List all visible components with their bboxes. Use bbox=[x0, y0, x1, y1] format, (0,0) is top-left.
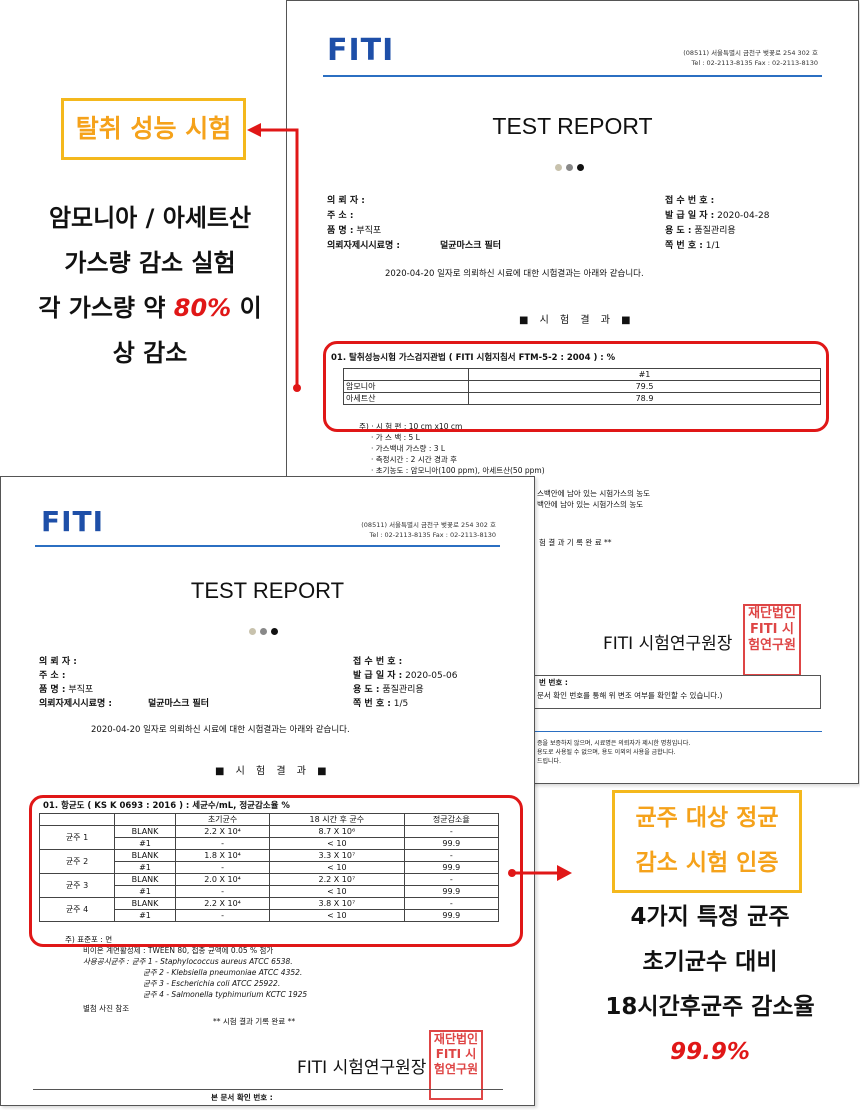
front-report-title: TEST REPORT bbox=[190, 578, 345, 603]
deodor-description: 암모니아 / 아세트산 가스량 감소 실험 각 가스량 약 80% 이 상 감소 bbox=[10, 196, 290, 376]
end-text: 험 결 과 기 록 완 료 ** bbox=[539, 538, 612, 547]
antibac-table-highlight bbox=[29, 795, 523, 947]
header-rule bbox=[323, 75, 822, 77]
note-5: 균주 3 - Escherichia coli ATCC 25922. bbox=[143, 979, 281, 988]
field-page: 쪽 번 호 : 1/5 bbox=[353, 699, 409, 709]
antibac-arrow bbox=[508, 865, 572, 881]
end-text: ** 시험 결과 기록 완료 ** bbox=[213, 1017, 296, 1026]
field-usage: 용 도 : 품질관리용 bbox=[665, 226, 736, 236]
note-2: · 가 스 백 : 5 L bbox=[371, 433, 420, 442]
deodor-table-highlight bbox=[323, 341, 829, 432]
antibac-desc-line2: 초기균수 대비 bbox=[642, 949, 778, 975]
section-title: ■ 시 험 결 과 ■ bbox=[519, 315, 635, 326]
field-product: 품 명 : 부직포 bbox=[39, 685, 94, 695]
field-sample: 의뢰자제시시료명 : 덜균마스크 필터 bbox=[39, 699, 210, 709]
address-line1: (08511) 서울특별시 금천구 벚꽃로 254 302 호 bbox=[361, 521, 496, 529]
note-2: 비이온 계면활성제 : TWEEN 80, 접종 균액에 0.05 % 첨가 bbox=[83, 946, 274, 955]
field-receipt-no: 접 수 번 호 : bbox=[353, 657, 403, 667]
footer-line2: 용도로 사용될 수 없으며, 용도 이외의 사용을 금합니다. bbox=[537, 749, 676, 756]
field-issue-date: 발 급 일 자 : 2020-04-28 bbox=[665, 211, 770, 221]
front-report-logo: FITI bbox=[41, 505, 105, 538]
field-receipt-no: 접 수 번 호 : bbox=[665, 196, 715, 206]
field-product: 품 명 : 부직포 bbox=[327, 226, 382, 236]
footer-line3: 드립니다. bbox=[537, 758, 561, 765]
deodor-desc-line3: 각 가스량 약 80% 이 bbox=[38, 294, 262, 322]
verify-text: 문서 확인 번호를 통해 위 변조 여부를 확인할 수 있습니다.) bbox=[537, 691, 723, 700]
note-6: 균주 4 - Salmonella typhimurium KCTC 1925 bbox=[143, 990, 308, 999]
verify-label: 번 번호 : bbox=[539, 678, 568, 687]
note-tail-2: 백안에 남아 있는 시험가스의 농도 bbox=[537, 500, 644, 509]
back-report-address: (08511) 서울특별시 금천구 벚꽃로 254 302 호 Tel : 02… bbox=[683, 49, 818, 69]
field-issue-date: 발 급 일 자 : 2020-05-06 bbox=[353, 671, 458, 681]
note-tail-1: 스백안에 남아 있는 시험가스의 농도 bbox=[537, 489, 651, 498]
note-3: · 가스백내 가스량 : 3 L bbox=[371, 444, 446, 453]
deodor-desc-line1: 암모니아 / 아세트산 bbox=[48, 204, 252, 232]
antibac-desc-line4: 99.9% bbox=[670, 1039, 750, 1065]
field-usage: 용 도 : 품질관리용 bbox=[353, 685, 424, 695]
antibac-desc-line3: 18시간후균주 감소율 bbox=[605, 994, 815, 1020]
front-report-sheet: FITI (08511) 서울특별시 금천구 벚꽃로 254 302 호 Tel… bbox=[0, 476, 535, 1106]
antibac-desc-line1: 4가지 특정 균주 bbox=[630, 904, 790, 930]
header-rule bbox=[35, 545, 500, 547]
address-line2: Tel : 02-2113-8135 Fax : 02-2113-8130 bbox=[369, 530, 496, 539]
footer-rule bbox=[531, 731, 822, 732]
field-address: 주 소 : bbox=[39, 671, 66, 681]
deodor-desc-line2: 가스량 감소 실험 bbox=[64, 249, 236, 277]
back-report-title: TEST REPORT bbox=[492, 113, 653, 139]
verify-label: 본 문서 확인 번호 : bbox=[211, 1093, 273, 1102]
intro-text: 2020-04-20 일자로 의뢰하신 시료에 대한 시험결과는 아래와 같습니… bbox=[91, 725, 350, 735]
note-7: 별첨 사진 참조 bbox=[83, 1004, 130, 1013]
note-4: 균주 2 - Klebsiella pneumoniae ATCC 4352. bbox=[143, 968, 303, 977]
official-stamp: 재단법인 FITI 시험연구원 bbox=[743, 604, 801, 676]
antibac-label-line1: 균주 대상 정균 bbox=[635, 805, 779, 831]
intro-text: 2020-04-20 일자로 의뢰하신 시료에 대한 시험결과는 아래와 같습니… bbox=[385, 269, 644, 279]
front-report-address: (08511) 서울특별시 금천구 벚꽃로 254 302 호 Tel : 02… bbox=[361, 521, 496, 541]
section-title: ■ 시 험 결 과 ■ bbox=[215, 766, 331, 777]
field-client: 의 뢰 자 : bbox=[39, 657, 77, 667]
footer-line1: 증을 보증하지 않으며, 시료명은 의뢰자가 제시한 명칭입니다. bbox=[537, 740, 691, 747]
deodor-label-box: 탈취 성능 시험 bbox=[61, 98, 246, 160]
address-line1: (08511) 서울특별시 금천구 벚꽃로 254 302 호 bbox=[683, 49, 818, 57]
note-3: 사용공시균주 : 균주 1 - Staphylococcus aureus AT… bbox=[83, 957, 293, 966]
institute-name: FITI 시험연구원장 bbox=[603, 634, 733, 654]
antibac-label-box: 균주 대상 정균 감소 시험 인증 bbox=[612, 790, 802, 893]
deodor-desc-line4: 상 감소 bbox=[112, 339, 188, 367]
antibac-label-line2: 감소 시험 인증 bbox=[635, 850, 779, 876]
field-page: 쪽 번 호 : 1/1 bbox=[665, 241, 721, 251]
address-line2: Tel : 02-2113-8135 Fax : 02-2113-8130 bbox=[691, 58, 818, 67]
field-address: 주 소 : bbox=[327, 211, 354, 221]
deodor-label: 탈취 성능 시험 bbox=[75, 114, 232, 143]
note-5: · 초기농도 : 암모니아(100 ppm), 아세트산(50 ppm) bbox=[371, 466, 545, 475]
note-4: · 측정시간 : 2 시간 경과 후 bbox=[371, 455, 458, 464]
antibac-description: 4가지 특정 균주 초기균수 대비 18시간후균주 감소율 99.9% bbox=[560, 895, 860, 1075]
title-dots bbox=[247, 620, 280, 639]
institute-name: FITI 시험연구원장 bbox=[297, 1058, 427, 1078]
field-client: 의 뢰 자 : bbox=[327, 196, 365, 206]
back-report-logo: FITI bbox=[327, 33, 395, 68]
field-sample: 의뢰자제시시료명 : 덜균마스크 필터 bbox=[327, 241, 502, 251]
title-dots bbox=[553, 156, 586, 175]
